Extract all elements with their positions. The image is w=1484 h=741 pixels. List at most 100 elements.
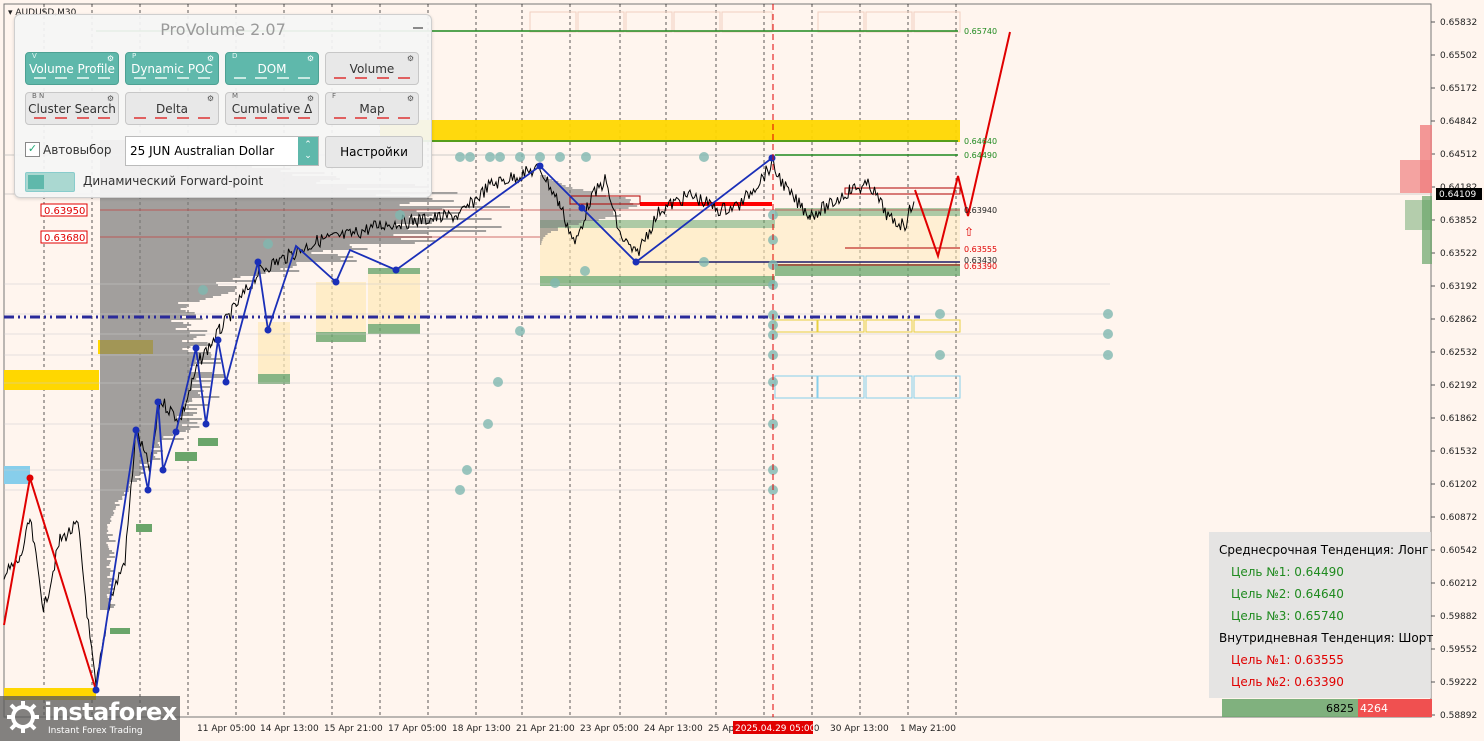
button-label: Map (359, 101, 385, 116)
button-label: Volume (349, 61, 395, 76)
green-zone-7 (258, 374, 290, 384)
gear-icon[interactable]: ⚙ (407, 54, 414, 63)
pv-button-dynamic-poc[interactable]: P Dynamic POC ⚙ (125, 52, 219, 85)
trend-panel: Среднесрочная Тенденция: Лонг Цель №1: 0… (1209, 532, 1433, 698)
green-zone-9 (110, 628, 130, 634)
time-tick-label: 18 Apr 13:00 (452, 724, 511, 734)
hotkey-label: D (232, 52, 238, 60)
time-highlight: 2025.04.29 05:00 (733, 721, 816, 734)
intraday-target-1: Цель №1: 0.63555 (1231, 653, 1344, 667)
green-zone-5 (316, 332, 366, 342)
button-label: Delta (155, 101, 188, 116)
pv-button-volume-profile[interactable]: V Volume Profile ⚙ (25, 52, 119, 85)
minimize-button[interactable] (413, 27, 423, 29)
svg-text:0.63390: 0.63390 (964, 262, 997, 271)
green-zone-11 (175, 452, 197, 461)
price-tick-label: 0.59222 (1440, 678, 1477, 688)
medium-trend-title: Среднесрочная Тенденция: Лонг (1219, 543, 1429, 557)
pv-button-dom[interactable]: D DOM ⚙ (225, 52, 319, 85)
price-tick-label: 0.64512 (1440, 150, 1477, 160)
price-tick-label: 0.60872 (1440, 513, 1477, 523)
price-tick-label: 0.63852 (1440, 216, 1477, 226)
price-tick-label: 0.61202 (1440, 480, 1477, 490)
light-zone-1 (316, 282, 366, 332)
provolume-panel: ProVolume 2.07 V Volume Profile ⚙ P Dynamic … (14, 14, 432, 198)
logo-name: instaforex (44, 698, 177, 726)
price-tick-label: 0.59882 (1440, 612, 1477, 622)
price-tick-label: 0.65502 (1440, 51, 1477, 61)
time-tick-label: 25 Ap (708, 724, 734, 734)
medium-target-3: Цель №3: 0.65740 (1231, 609, 1344, 623)
price-tick-label: 0.62192 (1440, 381, 1477, 391)
medium-target-1: Цель №1: 0.64490 (1231, 565, 1344, 579)
button-label: Cumulative Δ (231, 101, 313, 116)
green-zone-12 (198, 438, 218, 446)
instrument-select[interactable]: 25 JUN Australian Dollar ⌃ ⌄ (125, 136, 319, 166)
svg-text:4264: 4264 (1360, 702, 1388, 715)
price-tick-label: 0.62862 (1440, 315, 1477, 325)
hotkey-label: V (32, 52, 37, 60)
price-tick-label: 0.58892 (1440, 711, 1477, 721)
gear-icon[interactable]: ⚙ (307, 54, 314, 63)
volume-bar: 6825 4264 (1222, 699, 1432, 717)
time-tick-label: 11 Apr 05:00 (197, 724, 256, 734)
light-zone-4 (540, 228, 775, 276)
button-label: Dynamic POC (131, 61, 213, 76)
pv-button-map[interactable]: F Map ⚙ (325, 92, 419, 125)
gear-icon[interactable]: ⚙ (107, 94, 114, 103)
price-tick-label: 0.65172 (1440, 84, 1477, 94)
svg-text:0.63940: 0.63940 (964, 206, 997, 215)
gear-icon[interactable]: ⚙ (407, 94, 414, 103)
gear-icon[interactable]: ⚙ (207, 54, 214, 63)
svg-text:2025.04.29 05:00: 2025.04.29 05:00 (735, 724, 816, 734)
time-tick-label: 17 Apr 05:00 (388, 724, 447, 734)
gear-icon[interactable]: ⚙ (207, 94, 214, 103)
svg-text:0.63555: 0.63555 (964, 245, 997, 254)
auto-select-checkbox[interactable]: ✓ (25, 142, 40, 157)
settings-button[interactable]: Настройки (325, 136, 423, 168)
instrument-value: 25 JUN Australian Dollar (130, 144, 275, 158)
yellow-zone-left (4, 370, 99, 390)
svg-text:6825: 6825 (1326, 702, 1354, 715)
green-zone-3 (775, 264, 960, 276)
svg-text:0.64109: 0.64109 (1439, 190, 1476, 200)
time-tick-label: 14 Apr 13:00 (260, 724, 319, 734)
hotkey-label: M (232, 92, 239, 100)
medium-target-2: Цель №2: 0.64640 (1231, 587, 1344, 601)
svg-text:0.63680: 0.63680 (44, 233, 85, 244)
price-tick-label: 0.61862 (1440, 414, 1477, 424)
button-indicator (134, 77, 210, 81)
svg-text:0.64490: 0.64490 (964, 151, 997, 160)
green-zone-10 (136, 524, 152, 532)
pv-button-delta[interactable]: Delta ⚙ (125, 92, 219, 125)
time-axis: 11 Apr 05:00 14 Apr 13:00 15 Apr 21:00 17 A… (197, 724, 956, 734)
time-tick-label: 23 Apr 05:00 (580, 724, 639, 734)
yellow-zone-top (380, 120, 960, 142)
forward-point-toggle[interactable] (25, 172, 75, 192)
button-indicator (234, 117, 310, 121)
price-tick-label: 0.59552 (1440, 645, 1477, 655)
price-tick-label: 0.64842 (1440, 117, 1477, 127)
gear-icon[interactable]: ⚙ (307, 94, 314, 103)
forward-point-label: Динамический Forward-point (83, 174, 264, 188)
logo-tagline: Instant Forex Trading (48, 726, 143, 736)
hotkey-label: P (132, 52, 137, 60)
price-tick-label: 0.61532 (1440, 447, 1477, 457)
select-arrows-icon[interactable]: ⌃ ⌄ (298, 137, 318, 165)
price-tick-label: 0.63192 (1440, 282, 1477, 292)
pv-button-cumulative[interactable]: M Cumulative Δ ⚙ (225, 92, 319, 125)
pv-button-volume[interactable]: Volume ⚙ (325, 52, 419, 85)
price-tick-label: 0.65832 (1440, 18, 1477, 28)
price-tick-label: 0.60212 (1440, 579, 1477, 589)
button-indicator (334, 117, 410, 121)
price-axis: 0.65832 0.65502 0.65172 0.64842 0.64512 0.641… (1431, 18, 1477, 721)
hotkey-label: B N (32, 92, 45, 100)
time-tick-label: 30 Apr 13:00 (830, 724, 889, 734)
svg-text:0.64640: 0.64640 (964, 137, 997, 146)
hotkey-label: F (332, 92, 337, 100)
pv-button-cluster-search[interactable]: B N Cluster Search ⚙ (25, 92, 119, 125)
instaforex-gear-icon (7, 701, 39, 733)
instaforex-logo: instaforex Instant Forex Trading (0, 696, 180, 741)
gear-icon[interactable]: ⚙ (107, 54, 114, 63)
light-zone-3 (258, 322, 290, 374)
